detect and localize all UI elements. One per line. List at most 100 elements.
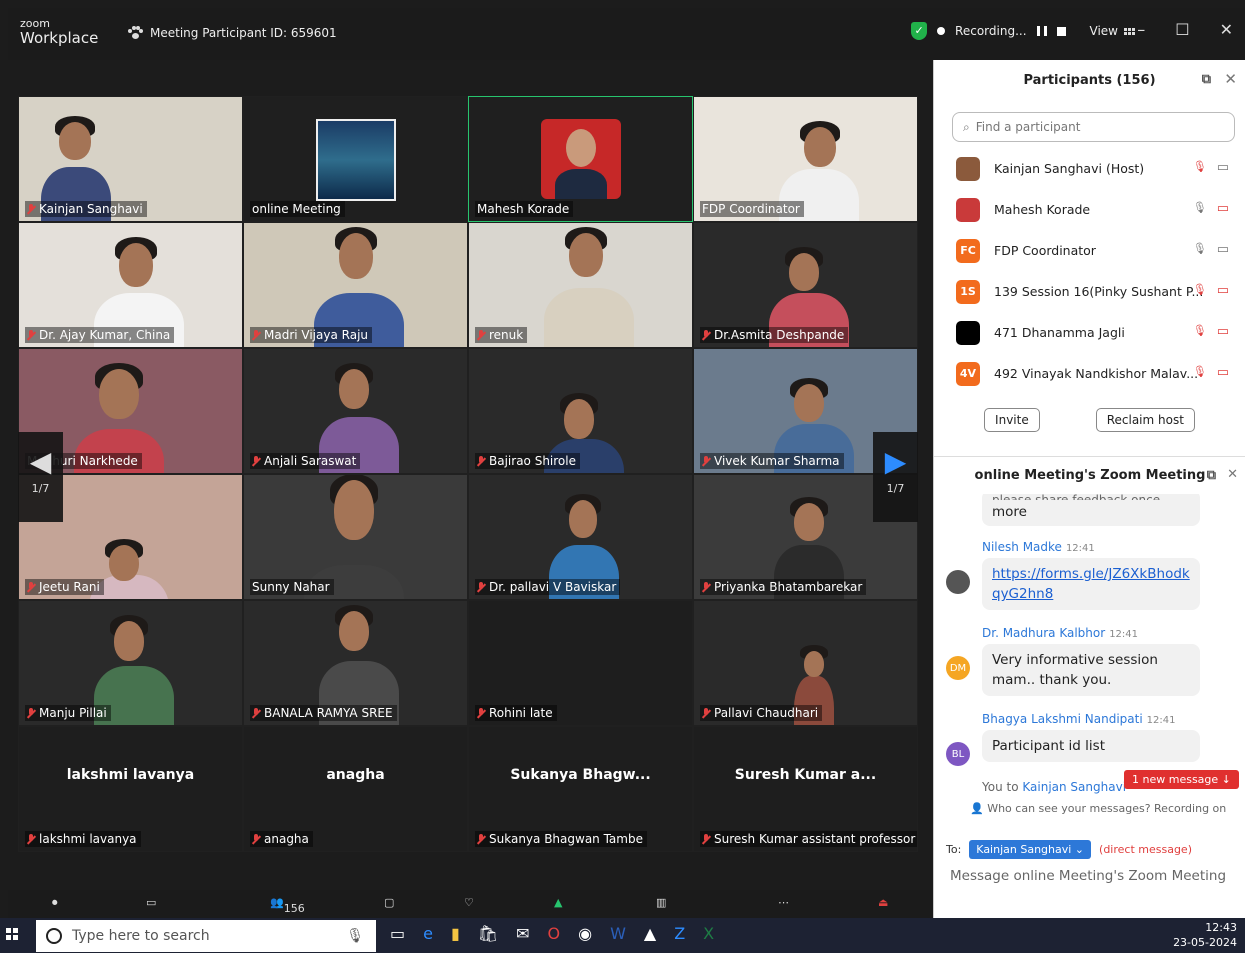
chrome-icon[interactable]: ◉ bbox=[578, 924, 592, 943]
participant-status-icons: 🎙 ▭ bbox=[1193, 160, 1229, 175]
share-screen-icon[interactable]: ▲ bbox=[554, 896, 562, 909]
store-icon[interactable]: 🛍 bbox=[478, 924, 498, 943]
who-can-see[interactable]: 👤 Who can see your messages? Recording o… bbox=[970, 802, 1226, 815]
invite-button[interactable]: Invite bbox=[984, 408, 1040, 432]
mic-icon: 🎙 bbox=[346, 928, 364, 944]
prev-page-button[interactable]: ◀ 1/7 bbox=[18, 432, 63, 522]
mic-muted-icon bbox=[477, 581, 485, 593]
participant-avatar: FC bbox=[956, 238, 980, 263]
video-tile[interactable]: Mahesh Korade bbox=[468, 96, 693, 222]
maximize-icon[interactable]: ☐ bbox=[1175, 20, 1189, 39]
participants-icon[interactable]: 👥 156 bbox=[270, 896, 305, 915]
video-tile[interactable]: Pallavi Chaudhari bbox=[693, 600, 918, 726]
participant-search-input[interactable]: ⌕ Find a participant bbox=[952, 112, 1235, 142]
security-shield-icon[interactable]: ✓ bbox=[911, 22, 928, 40]
new-message-badge[interactable]: 1 new message ↓ bbox=[1124, 770, 1239, 789]
grid-view-icon bbox=[1124, 27, 1135, 35]
view-button[interactable]: View bbox=[1090, 24, 1135, 38]
video-tile[interactable]: Sunny Nahar bbox=[243, 474, 468, 600]
popout-icon[interactable]: ⧉ bbox=[1202, 72, 1211, 87]
more-icon[interactable]: ⋯ bbox=[778, 896, 789, 909]
video-tile[interactable]: Dr.Asmita Deshpande bbox=[693, 222, 918, 348]
participants-title: Participants (156) bbox=[1023, 72, 1156, 88]
recipient-select[interactable]: Kainjan Sanghavi ⌄ bbox=[969, 840, 1092, 859]
video-tile[interactable]: lakshmi lavanya lakshmi lavanya bbox=[18, 726, 243, 852]
apps-icon[interactable]: ▥ bbox=[656, 896, 666, 909]
recipient-name: Kainjan Sanghavi bbox=[976, 843, 1072, 856]
video-tile[interactable]: FDP Coordinator bbox=[693, 96, 918, 222]
participant-row[interactable]: 1S 139 Session 16(Pinky Sushant P... 🎙 ▭ bbox=[934, 271, 1245, 312]
audio-icon[interactable]: ⏺ bbox=[52, 896, 58, 910]
participant-name: Kainjan Sanghavi bbox=[39, 202, 143, 216]
video-tile[interactable]: Rohini late bbox=[468, 600, 693, 726]
participant-name-label: Priyanka Bhatambarekar bbox=[700, 579, 867, 595]
participant-avatar bbox=[956, 197, 980, 222]
video-tile[interactable]: Anjali Saraswat bbox=[243, 348, 468, 474]
you-to-line: You to Kainjan Sanghavi bbox=[982, 780, 1126, 794]
pause-recording-icon[interactable] bbox=[1036, 26, 1047, 36]
mic-muted-icon bbox=[27, 329, 35, 341]
photos-icon[interactable]: ▲ bbox=[644, 924, 656, 943]
close-panel-icon[interactable]: ✕ bbox=[1224, 70, 1237, 88]
participant-name: Priyanka Bhatambarekar bbox=[714, 580, 863, 594]
video-tile[interactable]: Sukanya Bhagw... Sukanya Bhagwan Tambe bbox=[468, 726, 693, 852]
video-tile[interactable]: renuk bbox=[468, 222, 693, 348]
word-icon[interactable]: W bbox=[610, 924, 626, 943]
chat-input[interactable]: Message online Meeting's Zoom Meeting bbox=[950, 868, 1226, 884]
edge-icon[interactable]: e bbox=[423, 924, 433, 943]
video-off-icon: ▭ bbox=[1216, 201, 1229, 216]
close-icon[interactable]: ✕ bbox=[1220, 20, 1233, 39]
reactions-icon[interactable]: ♡ bbox=[464, 896, 474, 909]
reclaim-host-button[interactable]: Reclaim host bbox=[1095, 408, 1195, 432]
video-tile[interactable]: BANALA RAMYA SREE bbox=[243, 600, 468, 726]
stop-recording-icon[interactable] bbox=[1056, 26, 1066, 36]
participant-row[interactable]: 4V 492 Vinayak Nandkishor Malav... 🎙 ▭ bbox=[934, 353, 1245, 394]
taskbar-search[interactable]: Type here to search 🎙 bbox=[36, 920, 376, 952]
chat-link[interactable]: https://forms.gle/JZ6XkBhodkqyG2hn8 bbox=[992, 566, 1190, 602]
zoom-taskbar-icon[interactable]: Z bbox=[674, 924, 685, 943]
system-tray[interactable]: 12:43 23-05-2024 bbox=[1173, 920, 1237, 950]
file-explorer-icon[interactable]: ▮ bbox=[451, 924, 460, 943]
chat-close-icon[interactable]: ✕ bbox=[1227, 467, 1238, 482]
video-tile[interactable]: online Meeting bbox=[243, 96, 468, 222]
video-tile[interactable]: anagha anagha bbox=[243, 726, 468, 852]
excel-icon[interactable]: X bbox=[703, 924, 714, 943]
participant-row[interactable]: Kainjan Sanghavi (Host) 🎙 ▭ bbox=[934, 148, 1245, 189]
next-page-button[interactable]: ▶ 1/7 bbox=[873, 432, 918, 522]
end-icon[interactable]: ⏏ bbox=[878, 896, 888, 909]
opera-icon[interactable]: O bbox=[548, 924, 561, 943]
chat-messages[interactable]: please share feedback once more Nilesh M… bbox=[934, 492, 1245, 822]
participant-row[interactable]: 471 Dhanamma Jagli 🎙 ▭ bbox=[934, 312, 1245, 353]
participant-row[interactable]: Mahesh Korade 🎙 ▭ bbox=[934, 189, 1245, 230]
participant-name-label: Sukanya Bhagwan Tambe bbox=[475, 831, 647, 847]
video-icon: ▭ bbox=[1216, 160, 1229, 175]
mail-icon[interactable]: ✉ bbox=[516, 924, 529, 943]
windows-start-icon[interactable] bbox=[6, 928, 18, 940]
chat-sender: Bhagya Lakshmi Nandipati 12:41 bbox=[982, 712, 1200, 726]
chat-message: Dr. Madhura Kalbhor 12:41 Very informative… bbox=[982, 626, 1200, 696]
video-tile[interactable]: Manju Pillai bbox=[18, 600, 243, 726]
video-off-icon[interactable]: ▭ bbox=[146, 896, 156, 909]
chat-avatar: DM bbox=[946, 656, 970, 680]
page-indicator-right: 1/7 bbox=[886, 482, 905, 495]
recipient-row: To: Kainjan Sanghavi ⌄ (direct message) bbox=[946, 840, 1192, 859]
video-tile[interactable]: Suresh Kumar a... Suresh Kumar assistant … bbox=[693, 726, 918, 852]
participant-list-name: FDP Coordinator bbox=[994, 243, 1096, 258]
video-tile[interactable]: Dr. Ajay Kumar, China bbox=[18, 222, 243, 348]
chat-popout-icon[interactable]: ⧉ bbox=[1207, 468, 1216, 483]
participant-name-label: Dr. Ajay Kumar, China bbox=[25, 327, 175, 343]
participant-row[interactable]: FC FDP Coordinator 🎙 ▭ bbox=[934, 230, 1245, 271]
participant-list-name: 492 Vinayak Nandkishor Malav... bbox=[994, 366, 1199, 381]
task-view-icon[interactable]: ▭ bbox=[390, 924, 405, 943]
chat-sender: Nilesh Madke 12:41 bbox=[982, 540, 1200, 554]
meeting-id-text: Meeting Participant ID: 659601 bbox=[150, 26, 337, 40]
participant-name: Manju Pillai bbox=[39, 706, 107, 720]
minimize-icon[interactable]: – bbox=[1137, 20, 1145, 39]
mic-muted-icon bbox=[27, 203, 35, 215]
chat-icon[interactable]: ▢ bbox=[384, 896, 394, 909]
video-tile[interactable]: Dr. pallavi V Baviskar bbox=[468, 474, 693, 600]
video-tile[interactable]: Bajirao Shirole bbox=[468, 348, 693, 474]
chat-message-partial: please share feedback once more bbox=[982, 492, 1200, 526]
video-tile[interactable]: Madri Vijaya Raju bbox=[243, 222, 468, 348]
video-tile[interactable]: Kainjan Sanghavi bbox=[18, 96, 243, 222]
